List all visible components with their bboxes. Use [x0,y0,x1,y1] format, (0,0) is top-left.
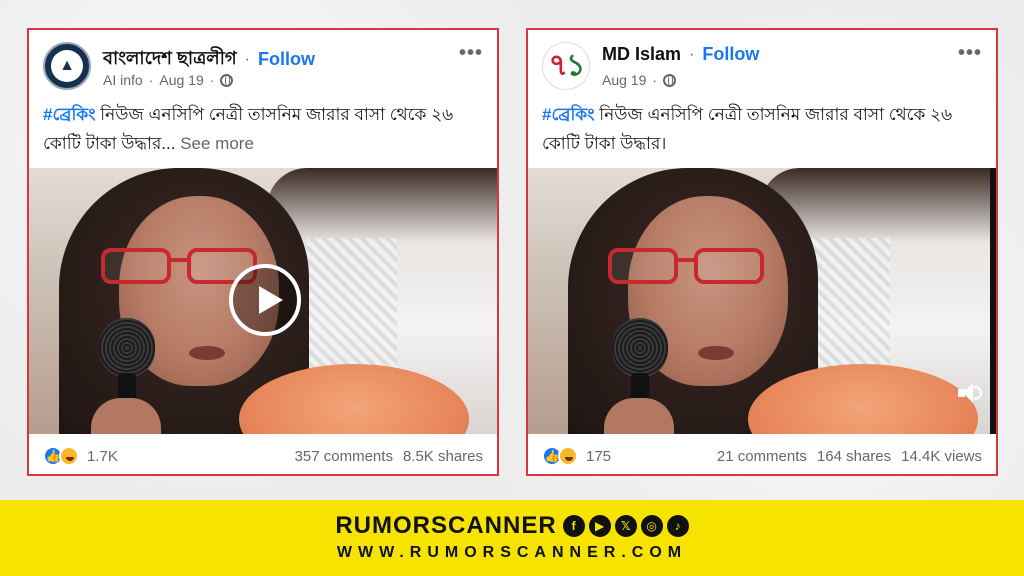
video-edge [990,168,996,434]
avatar[interactable]: ▲ [43,42,91,90]
shares-count[interactable]: 8.5K shares [403,448,483,465]
post-header: ৭১ MD Islam · Follow Aug 19 · ••• [542,42,982,98]
glasses-lens [608,248,678,284]
haha-reaction-icon [59,446,79,466]
post-caption: #ব্রেকিং নিউজ এনসিপি নেত্রী তাসনিম জারার… [542,100,982,158]
ai-info-link[interactable]: AI info [103,72,143,88]
play-icon[interactable] [229,264,301,336]
tiktok-icon[interactable]: ♪ [666,515,689,537]
mic-head [612,318,668,378]
glasses-bridge [169,258,189,262]
post-footer: 👍 1.7K 357 comments 8.5K shares [43,444,483,468]
more-options-icon[interactable]: ••• [459,43,483,63]
sound-wave [974,386,982,400]
hashtag-link[interactable]: #ব্রেকিং [43,105,96,124]
engagement-stats: 357 comments 8.5K shares [295,448,483,465]
separator: · [689,45,695,63]
chhatra-league-logo-icon: ▲ [51,50,83,82]
x-icon[interactable]: 𝕏 [614,515,637,537]
reactions[interactable]: 👍 1.7K [43,446,118,466]
youtube-icon[interactable]: ▶ [588,515,611,537]
engagement-stats: 21 comments 164 shares 14.4K views [717,448,982,465]
brand-footer: RUMORSCANNER f ▶ 𝕏 ◎ ♪ WWW.RUMORSCANNER.… [0,500,1024,576]
post-footer: 👍 175 21 comments 164 shares 14.4K views [542,444,982,468]
name-row: বাংলাদেশ ছাত্রলীগ · Follow [103,44,315,75]
mouth [698,346,734,360]
post-date[interactable]: Aug 19 [602,72,646,88]
seventy-one-logo-icon: ৭১ [548,43,586,89]
glasses-lens [101,248,171,284]
comments-count[interactable]: 21 comments [717,448,807,465]
instagram-icon[interactable]: ◎ [640,515,663,537]
avatar-digit: ১ [566,48,586,82]
glasses-lens [694,248,764,284]
glasses [608,248,768,286]
avatar-digit: ৭ [548,48,568,82]
post-date[interactable]: Aug 19 [159,72,203,88]
facebook-post-right: ৭১ MD Islam · Follow Aug 19 · ••• #ব্রেক… [526,28,998,476]
globe-icon [663,73,677,87]
separator: · [148,72,154,88]
comments-count[interactable]: 357 comments [295,448,393,465]
post-caption: #ব্রেকিং নিউজ এনসিপি নেত্রী তাসনিম জারার… [43,100,483,158]
hashtag-link[interactable]: #ব্রেকিং [542,105,595,124]
video-player[interactable] [528,168,996,434]
social-icons: f ▶ 𝕏 ◎ ♪ [562,515,689,537]
brand-name: RUMORSCANNER [335,512,557,539]
see-more-link[interactable]: See more [175,134,254,153]
views-count: 14.4K views [901,447,982,465]
globe-icon [220,73,234,87]
reactions[interactable]: 👍 175 [542,446,611,466]
follow-button[interactable]: Follow [258,49,315,70]
haha-reaction-icon [558,446,578,466]
separator: · [209,72,215,88]
page-name[interactable]: MD Islam [602,44,681,65]
separator: · [244,50,250,68]
page-name[interactable]: বাংলাদেশ ছাত্রলীগ [103,44,237,75]
brand-row: RUMORSCANNER f ▶ 𝕏 ◎ ♪ [0,512,1024,540]
facebook-icon[interactable]: f [562,515,585,537]
speaker-cone [963,383,973,403]
post-header: ▲ বাংলাদেশ ছাত্রলীগ · Follow AI info · A… [43,42,483,98]
post-meta: Aug 19 · [602,72,677,88]
name-row: MD Islam · Follow [602,44,759,65]
video-frame [528,168,996,434]
separator: · [652,72,658,88]
facebook-post-left: ▲ বাংলাদেশ ছাত্রলীগ · Follow AI info · A… [27,28,499,476]
caption-text: নিউজ এনসিপি নেত্রী তাসনিম জারার বাসা থেক… [542,105,953,153]
volume-icon[interactable] [958,382,984,404]
reaction-count: 1.7K [87,447,118,465]
glasses-bridge [676,258,696,262]
avatar[interactable]: ৭১ [542,42,590,90]
shares-count[interactable]: 164 shares [817,448,891,465]
mouth [189,346,225,360]
video-thumbnail[interactable] [29,168,497,434]
post-meta: AI info · Aug 19 · [103,72,234,88]
mic-head [99,318,155,378]
more-options-icon[interactable]: ••• [958,43,982,63]
reaction-count: 175 [586,447,612,465]
brand-url[interactable]: WWW.RUMORSCANNER.COM [0,544,1024,562]
follow-button[interactable]: Follow [702,44,759,65]
